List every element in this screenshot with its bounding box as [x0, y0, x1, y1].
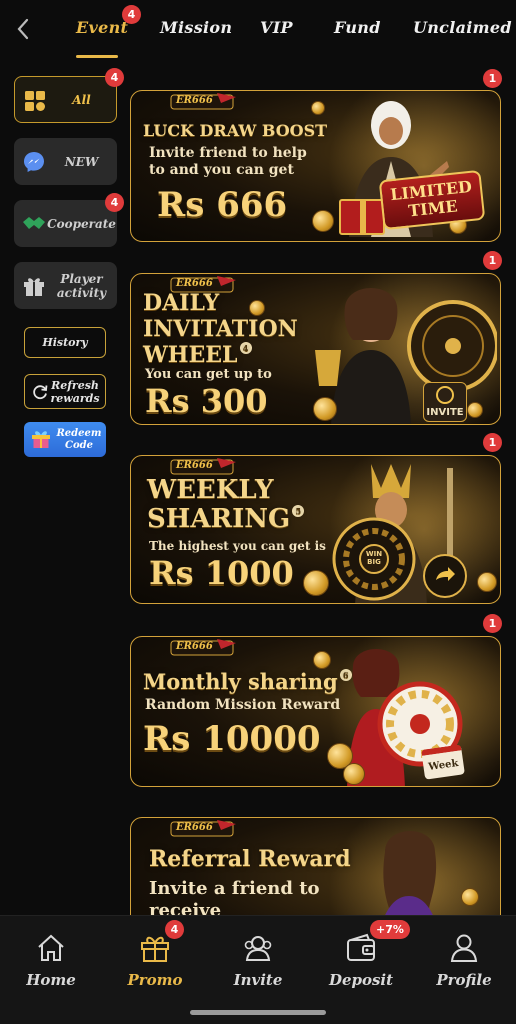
active-tab-indicator [76, 55, 118, 58]
event-banner-list[interactable]: LIMITED TIME ER666 LUCK DRAW BOOST Invit… [124, 64, 516, 915]
banner-logo-text: ER666 [176, 460, 213, 471]
nav-deposit[interactable]: Deposit [316, 932, 406, 992]
banner-title: Monthly sharing 6 [143, 669, 352, 694]
nav-home-label: Home [26, 971, 76, 989]
tab-event[interactable]: Event [76, 18, 128, 37]
sidebar-item-player-activity[interactable]: Player activity [14, 262, 117, 309]
banner-amount: Rs 10000 [143, 719, 321, 759]
banner-amount: Rs 666 [157, 185, 288, 225]
refresh-icon [33, 384, 48, 399]
nav-deposit-label: Deposit [328, 971, 394, 989]
nav-profile[interactable]: Profile [419, 932, 509, 992]
banner-logo-text: ER666 [176, 95, 213, 106]
banner-daily-invitation-wheel[interactable]: INVITE ER666 DAILY INVITATION WHEEL 4 You… [130, 273, 501, 425]
chevron-left-icon [17, 18, 29, 40]
profile-icon [450, 934, 478, 962]
refresh-rewards-button[interactable]: Refresh rewards [24, 374, 106, 409]
banner-badge: 1 [483, 614, 502, 633]
banner-title: LUCK DRAW BOOST [143, 121, 328, 140]
sidebar-item-new[interactable]: NEW [14, 138, 117, 185]
nav-promo-badge: 4 [165, 920, 184, 939]
banner-logo-text: ER666 [176, 278, 213, 289]
nav-invite-label: Invite [233, 971, 283, 989]
sidebar-item-label: NEW [64, 154, 99, 169]
banner-subtitle: Random Mission Reward [145, 697, 341, 713]
banner-logo-text: ER666 [176, 822, 213, 833]
banner-badge: 1 [483, 251, 502, 270]
banner-subtitle: You can get up to [145, 367, 272, 382]
messenger-icon [22, 150, 46, 174]
nav-profile-label: Profile [436, 971, 492, 989]
nav-invite[interactable]: Invite [213, 932, 303, 992]
banner-subtitle: Invite a friend to receive [149, 878, 320, 915]
gift-box-illustration [339, 199, 385, 235]
handshake-icon [22, 212, 46, 236]
banner-title: WEEKLY SHARING 5 [147, 476, 307, 534]
nav-deposit-badge: +7% [370, 920, 410, 939]
arrow-forward-icon [423, 554, 467, 598]
banner-logo-text: ER666 [176, 641, 213, 652]
sidebar-item-label: All [72, 92, 91, 107]
sidebar-item-label: Cooperate [47, 216, 116, 231]
sidebar-item-label: Player activity [56, 271, 107, 300]
bottom-nav: Home Promo 4 Invite Deposit +7% Profile [0, 915, 516, 1024]
sidebar-item-cooperate[interactable]: Cooperate [14, 200, 117, 247]
redeem-code-label: Redeem Code [56, 427, 102, 451]
tab-fund[interactable]: Fund [334, 18, 381, 37]
refresh-rewards-label: Refresh rewards [50, 378, 100, 405]
banner-subtitle: Invite friend to help to and you can get [149, 145, 307, 178]
nav-home[interactable]: Home [6, 932, 96, 992]
win-big-label: WIN BIG [365, 550, 383, 566]
banner-badge: 1 [483, 433, 502, 452]
banner-title: DAILY INVITATION WHEEL 4 [143, 290, 298, 368]
tab-event-badge: 4 [122, 5, 141, 24]
invite-badge: INVITE [423, 382, 467, 422]
limited-time-tag: LIMITED TIME [378, 169, 486, 231]
banner-title: Referral Reward [149, 846, 351, 872]
wallet-icon [347, 933, 375, 961]
top-nav: Event 4 Mission VIP Fund Unclaimed [0, 0, 516, 60]
banner-referral-reward[interactable]: ER666 Referral Reward Invite a friend to… [130, 817, 501, 915]
banner-amount: Rs 300 [145, 382, 268, 420]
home-icon [38, 934, 64, 961]
week-calendar-tag: Week [421, 744, 465, 780]
banner-monthly-sharing[interactable]: Week ER666 Monthly sharing 6 Random Missi… [130, 636, 501, 787]
home-indicator[interactable] [190, 1010, 326, 1015]
tab-mission[interactable]: Mission [160, 18, 232, 37]
sidebar-item-all[interactable]: All [14, 76, 117, 123]
woman-figure-illustration [383, 831, 437, 915]
banner-weekly-sharing[interactable]: WIN BIG ER666 WEEKLY SHARING 5 The highes… [130, 455, 501, 604]
banner-badge: 1 [483, 69, 502, 88]
grid-icon [23, 89, 47, 113]
sidebar-cooperate-badge: 4 [105, 193, 124, 212]
tab-unclaimed[interactable]: Unclaimed [413, 18, 512, 37]
banner-subtitle: The highest you can get is [149, 539, 326, 553]
gift-icon [22, 274, 46, 298]
nav-promo-label: Promo [127, 971, 183, 989]
tab-vip[interactable]: VIP [260, 18, 293, 37]
users-icon [244, 936, 272, 961]
sidebar-all-badge: 4 [105, 68, 124, 87]
banner-luck-draw-boost[interactable]: LIMITED TIME ER666 LUCK DRAW BOOST Invit… [130, 90, 501, 242]
history-button[interactable]: History [24, 327, 106, 358]
redeem-gift-icon [32, 431, 50, 448]
banner-amount: Rs 1000 [149, 554, 294, 592]
back-button[interactable] [12, 16, 34, 42]
nav-promo[interactable]: Promo [110, 932, 200, 992]
gift-icon [141, 936, 169, 962]
redeem-code-button[interactable]: Redeem Code [24, 422, 106, 457]
